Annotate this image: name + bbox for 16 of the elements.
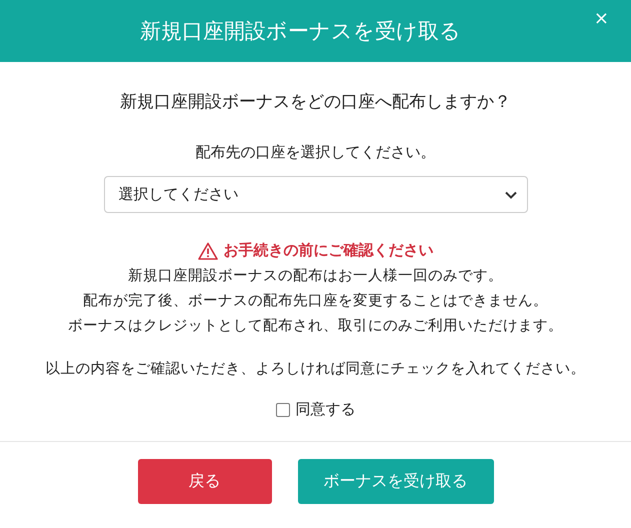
back-button[interactable]: 戻る (138, 459, 272, 504)
close-button[interactable]: × (590, 6, 613, 31)
chevron-down-icon (504, 190, 516, 198)
account-select[interactable]: 選択してください (104, 176, 528, 213)
notice-text: 新規口座開設ボーナスの配布はお一人様一回のみです。 (128, 266, 503, 285)
receive-bonus-button[interactable]: ボーナスを受け取る (298, 459, 494, 504)
notice-text: ボーナスはクレジットとして配布され、取引にのみご利用いただけます。 (68, 317, 563, 335)
question-text: 新規口座開設ボーナスをどの口座へ配布しますか？ (120, 91, 511, 113)
notice-heading: お手続きの前にご確認ください (224, 241, 434, 260)
dialog-title: 新規口座開設ボーナスを受け取る (140, 18, 461, 45)
agree-label: 同意する (296, 400, 356, 419)
notice-text: 配布が完了後、ボーナスの配布先口座を変更することはできません。 (83, 292, 548, 310)
select-label: 配布先の口座を選択してください。 (196, 143, 436, 162)
consent-text: 以上の内容をご確認いただき、よろしければ同意にチェックを入れてください。 (46, 360, 586, 378)
agree-checkbox[interactable] (276, 402, 290, 416)
warning-icon (198, 242, 218, 260)
